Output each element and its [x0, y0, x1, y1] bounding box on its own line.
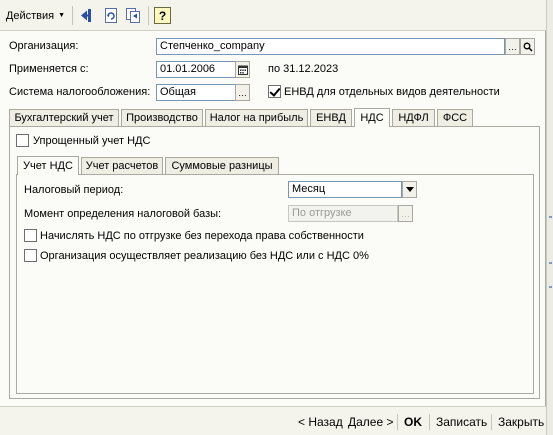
toolbar: Действия ▼ ?: [0, 0, 546, 31]
background-mark: [549, 216, 552, 218]
charge-vat-label: Начислять НДС по отгрузке без перехода п…: [40, 230, 364, 242]
organization-label: Организация:: [9, 40, 79, 52]
settings-window: Действия ▼ ? Организация: Степченко_comp…: [0, 0, 546, 435]
tax-system-label: Система налогообложения:: [9, 86, 151, 98]
next-button[interactable]: Далее >: [348, 415, 394, 429]
back-arrow-icon[interactable]: [79, 7, 96, 24]
toolbar-separator: [148, 6, 149, 25]
tax-base-moment-field[interactable]: По отгрузке: [288, 205, 398, 222]
tax-period-select[interactable]: Месяц: [288, 181, 402, 198]
tab-accounting[interactable]: Бухгалтерский учет: [9, 109, 119, 126]
background-mark: [549, 262, 552, 264]
chevron-down-icon: [405, 187, 414, 192]
calendar-button[interactable]: [235, 61, 250, 78]
applies-from-label: Применяется с:: [9, 63, 89, 75]
organization-select-button[interactable]: …: [505, 38, 520, 55]
bottom-separator: [397, 414, 398, 430]
applies-from-date-field[interactable]: 01.01.2006: [156, 61, 236, 78]
envd-checkbox-label: ЕНВД для отдельных видов деятельности: [284, 86, 500, 98]
simplified-vat-label: Упрощенный учет НДС: [33, 135, 151, 147]
background-window-edge: [546, 0, 553, 435]
tax-base-moment-label: Момент определения налоговой базы:: [24, 208, 222, 220]
back-button[interactable]: < Назад: [298, 415, 343, 429]
tax-period-dropdown-button[interactable]: [402, 181, 417, 198]
bottom-separator: [491, 414, 492, 430]
close-button[interactable]: Закрыть: [498, 415, 544, 429]
ok-button[interactable]: OK: [404, 415, 422, 429]
toolbar-separator: [72, 6, 73, 25]
chevron-down-icon: ▼: [58, 12, 66, 19]
tab-profit-tax[interactable]: Налог на прибыль: [205, 109, 308, 126]
no-vat-checkbox[interactable]: [24, 249, 37, 262]
tax-system-field[interactable]: Общая: [156, 84, 236, 101]
bottom-button-bar: < Назад Далее > OK Записать Закрыть: [0, 406, 546, 435]
actions-menu-button[interactable]: Действия ▼: [3, 5, 68, 26]
organization-field[interactable]: Степченко_company: [156, 38, 505, 55]
tab-fss[interactable]: ФСС: [437, 109, 473, 126]
tab-vat[interactable]: НДС: [354, 108, 390, 127]
charge-vat-checkbox[interactable]: [24, 229, 37, 242]
help-glyph: ?: [158, 8, 167, 23]
calendar-icon: [237, 65, 248, 75]
bottom-separator: [429, 414, 430, 430]
tab-ndfl[interactable]: НДФЛ: [392, 109, 435, 126]
tax-system-select-button[interactable]: …: [235, 84, 250, 101]
refresh-doc-icon[interactable]: [103, 7, 120, 24]
tab-envd[interactable]: ЕНВД: [310, 109, 352, 126]
tax-base-moment-select-button[interactable]: …: [398, 205, 413, 222]
tab-production[interactable]: Производство: [121, 109, 203, 126]
organization-open-button[interactable]: [520, 38, 535, 55]
save-button[interactable]: Записать: [436, 415, 487, 429]
magnifier-icon: [523, 42, 533, 52]
envd-checkbox[interactable]: [268, 85, 281, 98]
subtab-sum-differences[interactable]: Суммовые разницы: [165, 157, 279, 174]
actions-menu-label: Действия: [5, 9, 55, 22]
subtab-vat-accounting[interactable]: Учет НДС: [17, 156, 79, 175]
tax-period-label: Налоговый период:: [24, 184, 124, 196]
copy-forward-icon[interactable]: [125, 7, 142, 24]
no-vat-label: Организация осуществляет реализацию без …: [40, 250, 369, 262]
vat-accounting-panel: Налоговый период: Месяц Момент определен…: [16, 174, 534, 394]
subtab-settlements[interactable]: Учет расчетов: [81, 157, 163, 174]
help-icon[interactable]: ?: [154, 7, 171, 24]
vat-tab-panel: Упрощенный учет НДС Учет НДС Учет расчет…: [9, 126, 540, 399]
applies-to-text: по 31.12.2023: [268, 63, 339, 75]
simplified-vat-checkbox[interactable]: [16, 134, 29, 147]
background-mark: [549, 286, 552, 288]
